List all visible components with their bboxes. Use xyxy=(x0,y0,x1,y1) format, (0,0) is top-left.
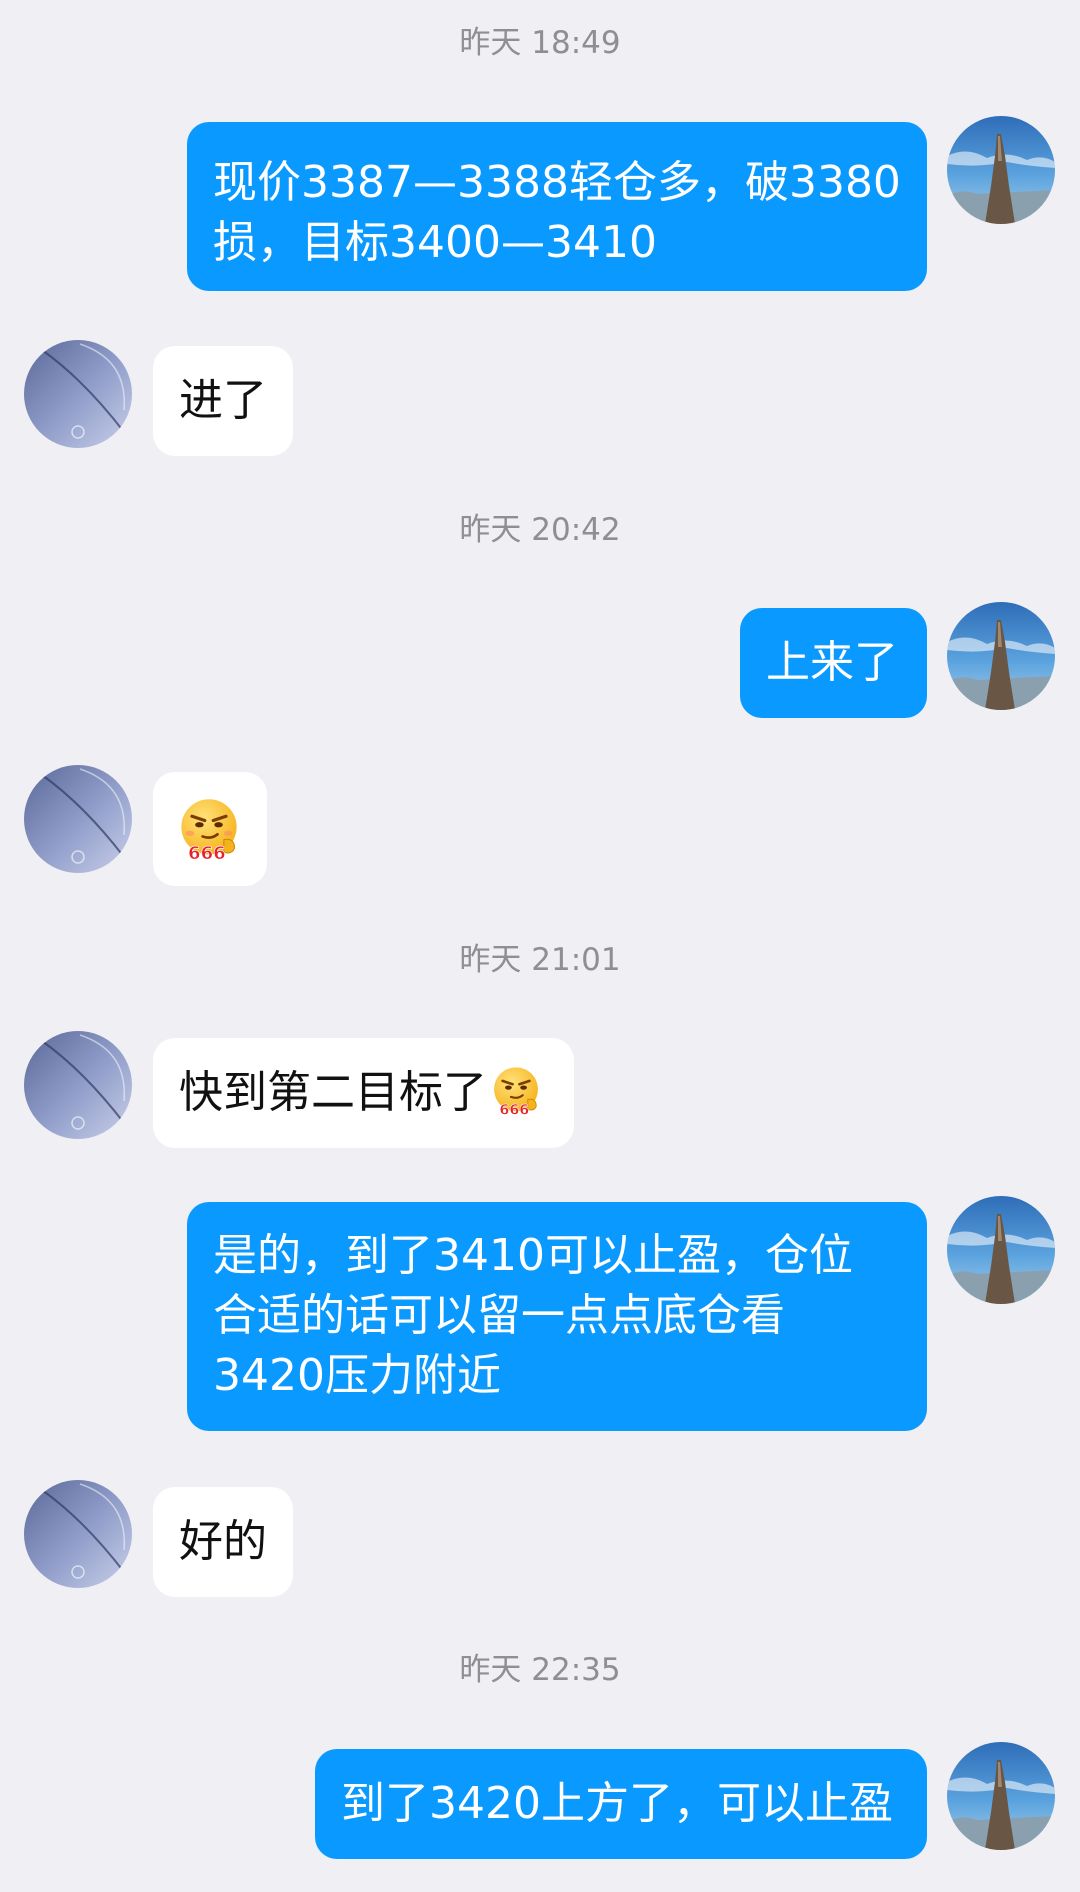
message-text: 进了 xyxy=(179,375,267,426)
contact-avatar-icon xyxy=(24,1480,132,1588)
message-bubble-outgoing[interactable]: 到了3420上方了，可以止盈 xyxy=(315,1749,927,1859)
message-text-line: 损，目标3400—3410 xyxy=(213,217,657,268)
message-text: 快到第二目标了 xyxy=(179,1067,487,1118)
contact-avatar-icon xyxy=(24,1031,132,1139)
contact-avatar[interactable] xyxy=(24,1031,132,1139)
mountain-avatar-icon xyxy=(947,116,1055,224)
message-bubble-incoming[interactable]: 快到第二目标了 666 xyxy=(153,1038,574,1148)
self-avatar[interactable] xyxy=(947,602,1055,710)
message-text: 到了3420上方了，可以止盈 xyxy=(341,1778,893,1829)
message-text: 好的 xyxy=(179,1516,267,1567)
contact-avatar-icon xyxy=(24,765,132,873)
timestamp: 昨天 21:01 xyxy=(459,942,621,978)
mountain-avatar-icon xyxy=(947,1196,1055,1304)
self-avatar[interactable] xyxy=(947,116,1055,224)
emoji-666-label: 666 xyxy=(499,1103,529,1118)
timestamp: 昨天 20:42 xyxy=(459,512,621,548)
mountain-avatar-icon xyxy=(947,1742,1055,1850)
message-bubble-outgoing[interactable]: 上来了 xyxy=(740,608,927,718)
contact-avatar[interactable] xyxy=(24,765,132,873)
contact-avatar[interactable] xyxy=(24,1480,132,1588)
message-text-line: 现价3387—3388轻仓多，破3380 xyxy=(213,157,901,208)
message-text-line: 3420压力附近 xyxy=(213,1350,501,1401)
mountain-avatar-icon xyxy=(947,602,1055,710)
message-bubble-incoming[interactable]: 好的 xyxy=(153,1487,293,1597)
message-bubble-incoming[interactable]: 进了 xyxy=(153,346,293,456)
contact-avatar-icon xyxy=(24,340,132,448)
timestamp: 昨天 18:49 xyxy=(459,25,621,61)
smirk-666-emoji-icon: 666 xyxy=(175,795,243,864)
timestamp: 昨天 22:35 xyxy=(459,1652,621,1688)
self-avatar[interactable] xyxy=(947,1742,1055,1850)
message-bubble-outgoing[interactable]: 现价3387—3388轻仓多，破3380 损，目标3400—3410 xyxy=(187,122,927,291)
message-bubble-outgoing[interactable]: 是的，到了3410可以止盈，仓位 合适的话可以留一点点底仓看 3420压力附近 xyxy=(187,1202,927,1431)
emoji-666-label: 666 xyxy=(188,843,226,863)
self-avatar[interactable] xyxy=(947,1196,1055,1304)
message-text: 上来了 xyxy=(766,637,898,688)
contact-avatar[interactable] xyxy=(24,340,132,448)
message-text-line: 合适的话可以留一点点底仓看 xyxy=(213,1290,785,1341)
message-text-line: 是的，到了3410可以止盈，仓位 xyxy=(213,1230,853,1281)
sticker-bubble-incoming[interactable]: 666 xyxy=(153,772,267,886)
smirk-666-emoji-icon: 666 xyxy=(489,1064,543,1119)
